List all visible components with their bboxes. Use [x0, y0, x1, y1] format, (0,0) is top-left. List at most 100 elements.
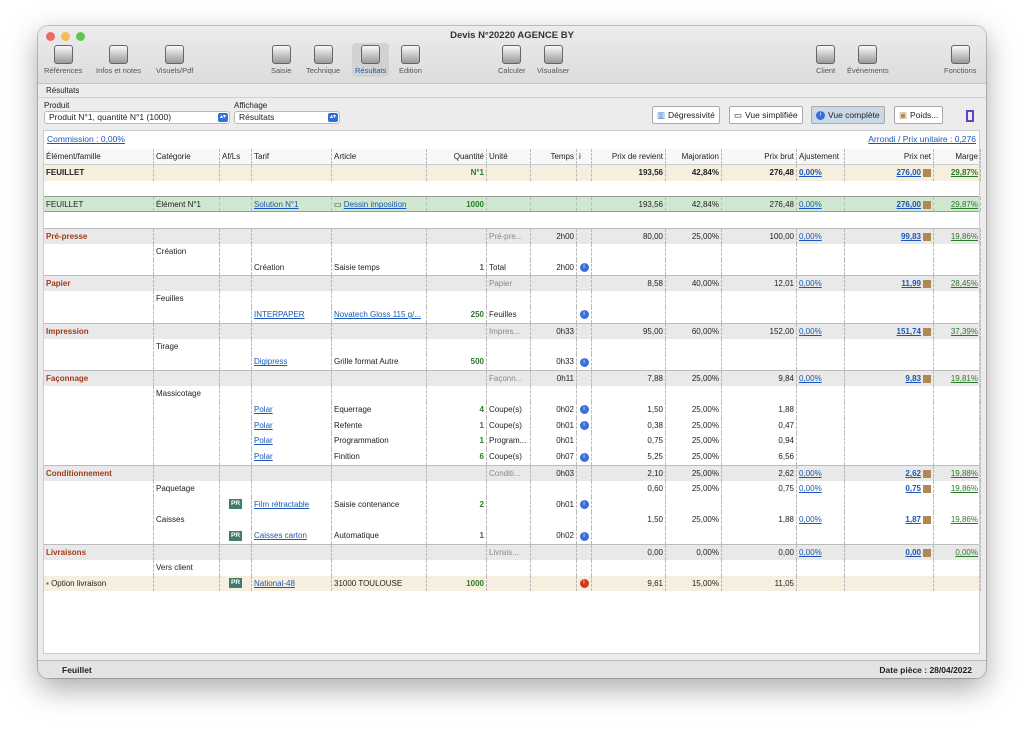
cell-text[interactable]: 0,00%: [799, 515, 822, 524]
info-icon[interactable]: i: [579, 262, 589, 272]
column-header[interactable]: Catégorie: [154, 149, 220, 164]
table-cell: [427, 323, 487, 339]
cell-text[interactable]: 99,83: [901, 232, 921, 241]
cell-text[interactable]: 0,00%: [799, 469, 822, 478]
cell-text[interactable]: 1,87: [905, 515, 921, 524]
cell-text[interactable]: National-48: [254, 579, 295, 588]
toolbar-edit-button[interactable]: Saisie: [271, 45, 291, 75]
table-cell: [154, 575, 220, 592]
cell-text[interactable]: 29,87%: [951, 168, 978, 177]
cell-text[interactable]: 29,87%: [951, 200, 978, 209]
info-icon[interactable]: i: [579, 452, 589, 462]
info-icon[interactable]: i: [579, 310, 589, 320]
vue-simplifiee-button[interactable]: ▭ Vue simplifiée: [729, 106, 803, 124]
toolbar-grid-button[interactable]: Calculer: [498, 45, 526, 75]
cell-text[interactable]: 0,00%: [799, 374, 822, 383]
cell-text[interactable]: 0,75: [905, 484, 921, 493]
cell-text[interactable]: Novatech Gloss 115 g/...: [334, 310, 421, 319]
cell-text[interactable]: 0,00%: [799, 200, 822, 209]
cell-text[interactable]: Film rétractable: [254, 500, 309, 509]
column-header[interactable]: Prix brut: [722, 149, 797, 164]
cell-text[interactable]: Polar: [254, 436, 273, 445]
toolbar-info-button[interactable]: Références: [44, 45, 82, 75]
toolbar-events-button[interactable]: Événements: [847, 45, 889, 75]
cell-text[interactable]: 19,86%: [951, 484, 978, 493]
cell-text[interactable]: 276,00: [897, 168, 921, 177]
cell-text[interactable]: 28,45%: [951, 279, 978, 288]
column-header[interactable]: Élément/famille: [44, 149, 154, 164]
cell-text[interactable]: 0,00%: [799, 484, 822, 493]
column-header[interactable]: Unité: [487, 149, 531, 164]
info-icon[interactable]: i: [579, 531, 589, 541]
toolbar-print-button[interactable]: Edition: [399, 45, 422, 75]
poids-button[interactable]: ▣ Poids...: [894, 106, 944, 124]
column-header[interactable]: i: [577, 149, 592, 164]
cell-text[interactable]: 37,39%: [951, 327, 978, 336]
produit-select[interactable]: Produit N°1, quantité N°1 (1000) ▴▾: [44, 111, 230, 124]
toolbar-client-button[interactable]: Client: [816, 45, 835, 75]
column-header[interactable]: Tarif: [252, 149, 332, 164]
cell-text[interactable]: 0,00%: [799, 548, 822, 557]
cell-text[interactable]: 0,00%: [799, 232, 822, 241]
cell-text: 100,00: [769, 232, 794, 241]
cell-text[interactable]: Caisses carton: [254, 531, 307, 540]
table-cell: [220, 386, 252, 402]
door-icon[interactable]: [966, 110, 974, 122]
cell-text[interactable]: Dessin imposition: [344, 200, 407, 209]
commission-link[interactable]: Commission : 0,00%: [47, 134, 125, 144]
cell-text[interactable]: 0,00%: [799, 279, 822, 288]
degressivite-button[interactable]: ▥ Dégressivité: [652, 106, 720, 124]
cell-text[interactable]: 9,83: [905, 374, 921, 383]
column-header[interactable]: Temps: [531, 149, 577, 164]
table-cell: [934, 338, 981, 355]
alert-icon[interactable]: !: [579, 578, 589, 588]
cell-text[interactable]: Polar: [254, 421, 273, 430]
table-cell: Impres...: [487, 323, 531, 339]
cell-text[interactable]: 0,00: [905, 548, 921, 557]
column-header[interactable]: Majoration: [666, 149, 722, 164]
cell-text[interactable]: 0,00%: [799, 168, 822, 177]
cell-text[interactable]: Polar: [254, 452, 273, 461]
cell-text[interactable]: 19,88%: [951, 469, 978, 478]
toolbar-technique-button[interactable]: Technique: [306, 45, 340, 75]
info-icon[interactable]: i: [579, 405, 589, 415]
vue-complete-button[interactable]: i Vue complète: [811, 106, 885, 124]
cell-text[interactable]: Digipress: [254, 357, 287, 366]
table-cell: [427, 480, 487, 497]
cell-text[interactable]: 19,86%: [951, 232, 978, 241]
table-cell: [220, 197, 252, 212]
cell-text[interactable]: 2,62: [905, 469, 921, 478]
toolbar-gear-button[interactable]: Fonctions: [944, 45, 977, 75]
column-header[interactable]: Article: [332, 149, 427, 164]
table-cell: Papier: [487, 276, 531, 292]
table-cell: 0,00%: [797, 466, 845, 481]
affichage-select[interactable]: Résultats ▴▾: [234, 111, 340, 124]
toolbar-eye-button[interactable]: Visualiser: [537, 45, 569, 75]
table-cell: [934, 354, 981, 371]
column-header[interactable]: Af/Ls: [220, 149, 252, 164]
cell-text[interactable]: Polar: [254, 405, 273, 414]
toolbar-calculator-button[interactable]: Résultats: [352, 43, 390, 77]
info-icon[interactable]: i: [579, 357, 589, 367]
cell-text[interactable]: INTERPAPER: [254, 310, 305, 319]
cell-text[interactable]: 151,74: [897, 327, 921, 336]
cell-text[interactable]: 0,00%: [955, 548, 978, 557]
column-header[interactable]: Marge: [934, 149, 981, 164]
column-header[interactable]: Prix de revient: [592, 149, 666, 164]
column-header[interactable]: Ajustement: [797, 149, 845, 164]
toolbar-notes-button[interactable]: Infos et notes: [96, 45, 141, 75]
toolbar-eye-button[interactable]: Visuels/Pdf: [156, 45, 193, 75]
table-cell: [845, 433, 934, 450]
info-icon[interactable]: i: [579, 420, 589, 430]
cell-text[interactable]: 0,00%: [799, 327, 822, 336]
info-icon[interactable]: i: [579, 499, 589, 509]
column-header[interactable]: Quantité: [427, 149, 487, 164]
cell-text[interactable]: 11,99: [901, 279, 921, 288]
column-header[interactable]: Prix net: [845, 149, 934, 164]
cell-text[interactable]: 19,81%: [951, 374, 978, 383]
cell-text[interactable]: Solution N°1: [254, 200, 299, 209]
cell-text[interactable]: 19,86%: [951, 515, 978, 524]
cell-text[interactable]: 276,00: [897, 200, 921, 209]
arrondi-link[interactable]: Arrondi / Prix unitaire : 0,276: [868, 134, 976, 144]
cell-text: Livrais...: [489, 548, 519, 557]
